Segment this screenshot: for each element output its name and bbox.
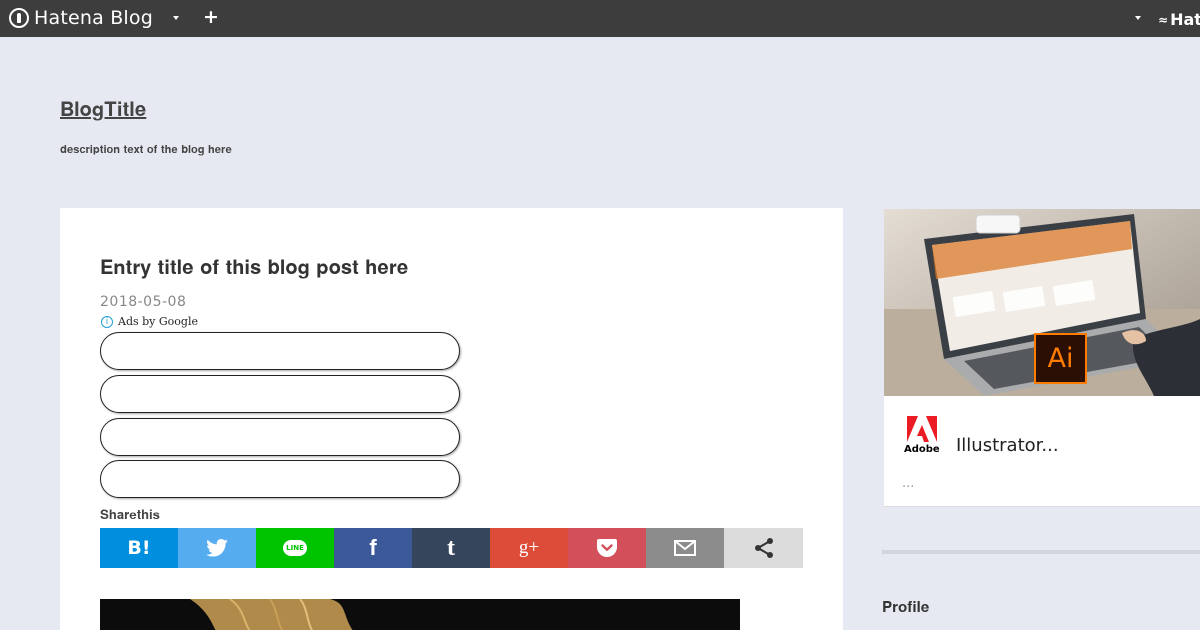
- facebook-icon: f: [369, 535, 377, 560]
- tumblr-button[interactable]: t: [412, 528, 490, 568]
- ai-product-badge: Ai: [1034, 333, 1087, 384]
- entry-title[interactable]: 𝐄𝐧𝐭𝐫𝐲 𝐭𝐢𝐭𝐥𝐞 𝐨𝐟 𝐭𝐡𝐢𝐬 𝐛𝐥𝐨𝐠 𝐩𝐨𝐬𝐭 𝐡𝐞𝐫𝐞: [100, 255, 408, 279]
- entry-image: [100, 599, 740, 630]
- email-icon: [674, 540, 696, 556]
- global-header: Hatena Blog + ≈ Hat: [0, 0, 1200, 37]
- tumblr-icon: t: [447, 534, 455, 561]
- user-menu-caret-icon[interactable]: [1135, 16, 1141, 20]
- hatena-small-logo-icon: ≈: [1158, 12, 1168, 27]
- share-heading: 𝐒𝐡𝐚𝐫𝐞𝐭𝐡𝐢𝐬: [100, 508, 160, 523]
- ad-link-button[interactable]: [100, 418, 460, 456]
- line-icon: LINE: [283, 540, 307, 556]
- plus-icon[interactable]: +: [203, 5, 219, 29]
- ad-subtitle: ...: [902, 476, 915, 491]
- adobe-logo[interactable]: Adobe: [904, 416, 940, 455]
- hatena-logo-icon: [9, 8, 29, 28]
- sidebar-divider: [882, 550, 1200, 554]
- blog-menu-caret-icon[interactable]: [173, 16, 179, 20]
- hatena-bookmark-icon: B!: [127, 537, 151, 559]
- logo-text: Hatena Blog: [34, 7, 153, 29]
- blog-description: 𝐝𝐞𝐬𝐜𝐫𝐢𝐩𝐭𝐢𝐨𝐧 𝐭𝐞𝐱𝐭 𝐨𝐟 𝐭𝐡𝐞 𝐛𝐥𝐨𝐠 𝐡𝐞𝐫𝐞: [60, 143, 232, 156]
- pocket-icon: [597, 539, 617, 557]
- hatena-brand-text: Hat: [1170, 10, 1200, 29]
- ads-label-text: Ads by Google: [118, 315, 198, 328]
- google-plus-button[interactable]: g+: [490, 528, 568, 568]
- ad-link-button[interactable]: [100, 332, 460, 370]
- sidebar-section-heading: 𝐏𝐫𝐨𝐟𝐢𝐥𝐞: [882, 598, 930, 616]
- pocket-button[interactable]: [568, 528, 646, 568]
- ad-title[interactable]: Illustrator...: [956, 435, 1059, 456]
- facebook-button[interactable]: f: [334, 528, 412, 568]
- twitter-icon: [206, 539, 228, 557]
- info-icon: i: [101, 315, 113, 328]
- blog-title[interactable]: 𝐁𝐥𝐨𝐠𝐓𝐢𝐭𝐥𝐞: [60, 97, 146, 121]
- entry-date[interactable]: 2018-05-08: [100, 294, 186, 310]
- ad-link-button[interactable]: [100, 460, 460, 498]
- sidebar-ad-card[interactable]: Ai Adobe Illustrator... ...: [884, 209, 1200, 507]
- share-icon: [754, 538, 773, 558]
- google-plus-icon: g+: [518, 537, 540, 558]
- twitter-button[interactable]: [178, 528, 256, 568]
- share-buttons: B! LINE f t g+: [100, 528, 803, 568]
- hatena-menu-button[interactable]: ≈ Hat: [1158, 10, 1200, 29]
- email-button[interactable]: [646, 528, 724, 568]
- ad-image[interactable]: Ai: [884, 209, 1200, 396]
- line-button[interactable]: LINE: [256, 528, 334, 568]
- ads-by-google-label[interactable]: i Ads by Google: [101, 315, 198, 328]
- article-card: 𝐄𝐧𝐭𝐫𝐲 𝐭𝐢𝐭𝐥𝐞 𝐨𝐟 𝐭𝐡𝐢𝐬 𝐛𝐥𝐨𝐠 𝐩𝐨𝐬𝐭 𝐡𝐞𝐫𝐞 2018-…: [60, 208, 843, 630]
- hatena-bookmark-button[interactable]: B!: [100, 528, 178, 568]
- hatena-blog-logo[interactable]: Hatena Blog: [9, 7, 153, 29]
- ad-link-button[interactable]: [100, 375, 460, 413]
- adobe-logo-icon: [906, 416, 937, 442]
- adobe-brand-text: Adobe: [904, 444, 940, 455]
- share-more-button[interactable]: [724, 528, 803, 568]
